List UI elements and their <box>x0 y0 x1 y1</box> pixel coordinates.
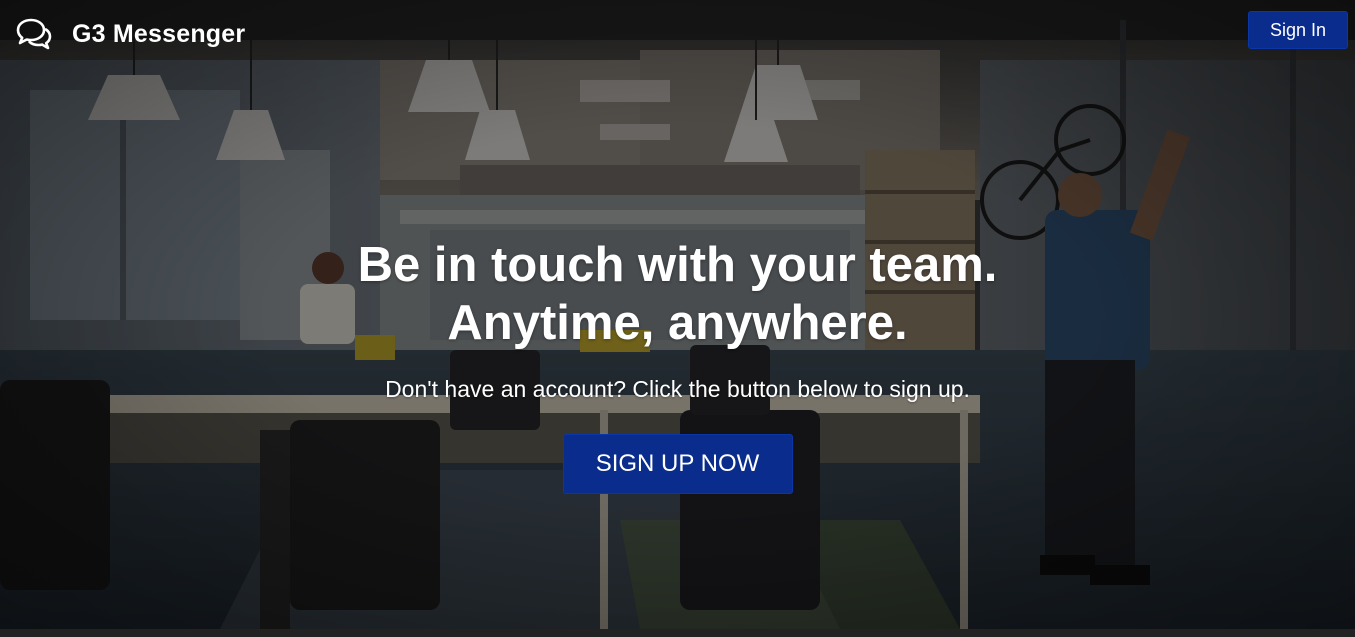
top-navbar: G3 Messenger Sign In <box>0 0 1355 66</box>
page-bottom-edge <box>0 629 1355 637</box>
sign-in-button[interactable]: Sign In <box>1248 11 1348 49</box>
hero-subheading: Don't have an account? Click the button … <box>385 376 970 402</box>
brand-name: G3 Messenger <box>72 19 246 48</box>
hero-headline: Be in touch with your team. Anytime, any… <box>0 236 1355 352</box>
hero-content: Be in touch with your team. Anytime, any… <box>0 236 1355 494</box>
headline-line-1: Be in touch with your team. <box>357 238 998 292</box>
hero-section: G3 Messenger Sign In Be in touch with yo… <box>0 0 1355 629</box>
sign-up-now-button[interactable]: SIGN UP NOW <box>562 434 793 494</box>
headline-line-2: Anytime, anywhere. <box>447 296 908 350</box>
chat-bubbles-icon <box>16 18 52 50</box>
brand-link[interactable]: G3 Messenger <box>14 14 245 54</box>
